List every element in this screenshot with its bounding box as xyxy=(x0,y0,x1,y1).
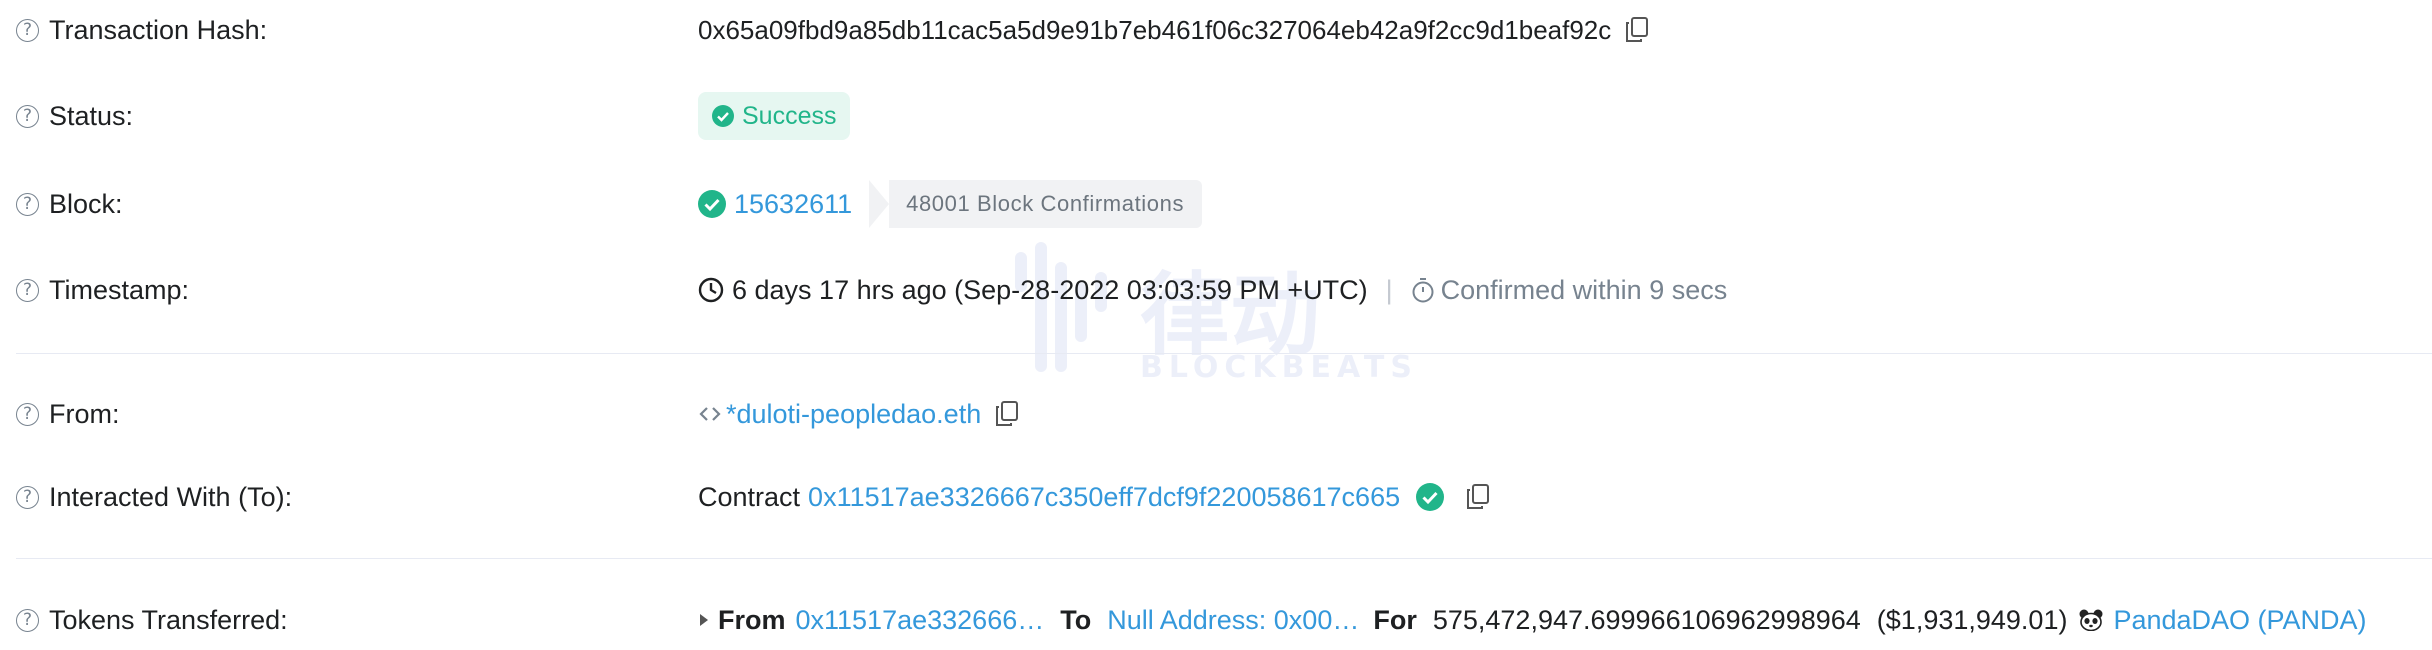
tx-hash-text: 0x65a09fbd9a85db11cac5a5d9e91b7eb461f06c… xyxy=(698,14,1612,45)
label-text: Tokens Transferred: xyxy=(49,604,288,635)
from-address-link[interactable]: *duloti-peopledao.eth xyxy=(726,399,981,430)
value-tokens-transferred: From 0x11517ae332666… To Null Address: 0… xyxy=(698,590,2367,650)
token-name-link[interactable]: PandaDAO (PANDA) xyxy=(2113,605,2366,636)
value-status: Success xyxy=(698,86,851,146)
divider xyxy=(16,558,2432,559)
help-icon[interactable]: ? xyxy=(16,278,39,302)
label-tokens-transferred: ? Tokens Transferred: xyxy=(16,590,288,650)
status-text: Success xyxy=(742,101,837,130)
token-amount: 575,472,947.699966106962998964 xyxy=(1432,604,1861,635)
help-icon[interactable]: ? xyxy=(16,608,39,632)
confirmed-within-text: Confirmed within 9 secs xyxy=(1440,274,1728,305)
row-transaction-hash: ? Transaction Hash: 0x65a09fbd9a85db11ca… xyxy=(0,0,2432,60)
code-brackets-icon xyxy=(699,407,721,421)
label-transaction-hash: ? Transaction Hash: xyxy=(16,0,267,60)
watermark-text: BLOCKBEATS xyxy=(1140,350,1418,385)
label-timestamp: ? Timestamp: xyxy=(16,260,189,320)
row-block: ? Block: 15632611 48001 Block Confirmati… xyxy=(0,174,2432,234)
help-icon[interactable]: ? xyxy=(16,402,39,426)
help-icon[interactable]: ? xyxy=(16,18,39,42)
caret-right-icon xyxy=(700,614,708,626)
label-from: ? From: xyxy=(16,384,120,444)
help-icon[interactable]: ? xyxy=(16,104,39,128)
row-timestamp: ? Timestamp: 6 days 17 hrs ago (Sep-28-2… xyxy=(0,260,2432,320)
copy-icon[interactable] xyxy=(1466,484,1490,510)
help-icon[interactable]: ? xyxy=(16,192,39,216)
value-interacted-with: Contract 0x11517ae3326667c350eff7dcf9f22… xyxy=(698,467,1490,527)
row-interacted-with: ? Interacted With (To): Contract 0x11517… xyxy=(0,467,2432,527)
copy-icon[interactable] xyxy=(1625,17,1649,43)
stopwatch-icon xyxy=(1412,278,1434,303)
value-block: 15632611 48001 Block Confirmations xyxy=(698,174,1203,234)
row-tokens-transferred: ? Tokens Transferred: From 0x11517ae3326… xyxy=(0,590,2432,650)
status-badge: Success xyxy=(698,92,851,140)
copy-icon[interactable] xyxy=(995,401,1019,427)
contract-prefix: Contract xyxy=(698,481,801,512)
block-number-link[interactable]: 15632611 xyxy=(734,189,852,220)
to-label: To xyxy=(1060,604,1092,635)
token-to-address-link[interactable]: Null Address: 0x00… xyxy=(1107,605,1359,636)
value-from: *duloti-peopledao.eth xyxy=(698,384,1019,444)
block-confirmations-badge: 48001 Block Confirmations xyxy=(869,180,1203,228)
clock-icon xyxy=(698,277,724,303)
label-text: Status: xyxy=(49,100,134,131)
token-usd-value: ($1,931,949.01) xyxy=(1876,604,2068,635)
label-text: Interacted With (To): xyxy=(49,481,293,512)
value-transaction-hash: 0x65a09fbd9a85db11cac5a5d9e91b7eb461f06c… xyxy=(698,0,1649,60)
label-status: ? Status: xyxy=(16,86,133,146)
value-timestamp: 6 days 17 hrs ago (Sep-28-2022 03:03:59 … xyxy=(698,260,1727,320)
label-interacted-with: ? Interacted With (To): xyxy=(16,467,292,527)
check-circle-icon xyxy=(712,105,734,127)
timestamp-text: 6 days 17 hrs ago (Sep-28-2022 03:03:59 … xyxy=(732,274,1368,305)
separator: | xyxy=(1385,274,1393,305)
token-from-address-link[interactable]: 0x11517ae332666… xyxy=(796,605,1045,636)
label-text: From: xyxy=(49,398,120,429)
label-text: Block: xyxy=(49,188,123,219)
contract-address-link[interactable]: 0x11517ae3326667c350eff7dcf9f220058617c6… xyxy=(808,482,1400,513)
check-circle-icon xyxy=(698,190,726,218)
label-text: Transaction Hash: xyxy=(49,14,268,45)
row-status: ? Status: Success xyxy=(0,86,2432,146)
for-label: For xyxy=(1373,604,1417,635)
from-label: From xyxy=(718,604,786,635)
label-block: ? Block: xyxy=(16,174,123,234)
divider xyxy=(16,353,2432,354)
row-from: ? From: *duloti-peopledao.eth xyxy=(0,384,2432,444)
help-icon[interactable]: ? xyxy=(16,485,39,509)
verified-check-icon xyxy=(1416,483,1445,511)
panda-icon xyxy=(2079,609,2103,631)
label-text: Timestamp: xyxy=(49,274,190,305)
